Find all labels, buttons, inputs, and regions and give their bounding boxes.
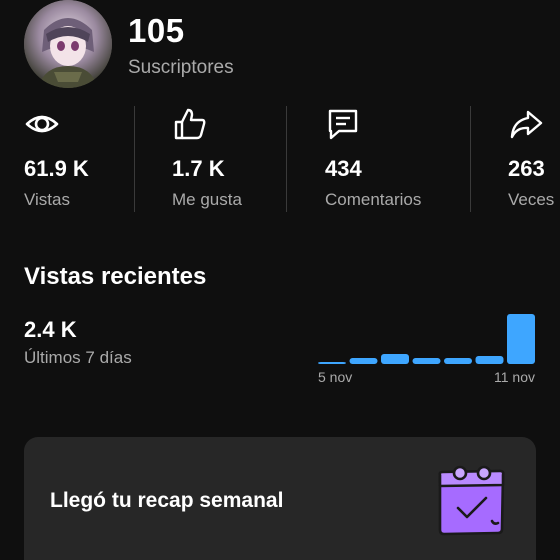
recent-views-period: Últimos 7 días	[24, 348, 132, 367]
stat-likes-label: Me gusta	[172, 190, 242, 209]
chart-bar	[349, 358, 378, 364]
divider	[134, 106, 135, 212]
weekly-recap-card[interactable]: Llegó tu recap semanal	[24, 437, 536, 560]
recap-text: Llegó tu recap semanal	[50, 489, 284, 512]
avatar-image	[24, 0, 112, 88]
chart-bar	[444, 358, 472, 364]
stat-views-label: Vistas	[24, 190, 70, 209]
stat-likes-value: 1.7 K	[172, 156, 225, 181]
chart-bar	[381, 354, 409, 364]
divider	[286, 106, 287, 212]
subscriber-label: Suscriptores	[128, 57, 234, 78]
chart-tick-label: 11 nov	[494, 369, 535, 385]
recent-views-chart[interactable]: 5 nov 11 nov	[312, 306, 542, 390]
stat-shares-value: 263	[508, 156, 545, 181]
comment-icon	[325, 106, 361, 142]
channel-stats-screen: 105 Suscriptores 61.9 K Vistas 1.7 K Me …	[0, 0, 560, 560]
chart-bar	[412, 358, 441, 364]
stat-shares-label: Veces	[508, 190, 555, 209]
stats-row: 61.9 K Vistas 1.7 K Me gusta 434 Comenta…	[0, 104, 560, 214]
subscriber-count: 105	[128, 12, 185, 49]
share-icon	[508, 106, 544, 142]
chart-bar	[507, 314, 535, 364]
recent-views-count: 2.4 K	[24, 317, 77, 342]
stat-comments-label: Comentarios	[325, 190, 422, 209]
thumbs-up-icon	[172, 106, 208, 142]
chart-tick-label: 5 nov	[318, 369, 352, 385]
eye-icon	[24, 106, 60, 142]
divider	[470, 106, 471, 212]
avatar[interactable]	[24, 0, 112, 88]
stat-comments-value: 434	[325, 156, 362, 181]
stat-views-value: 61.9 K	[24, 156, 89, 181]
channel-header: 105 Suscriptores	[24, 0, 544, 90]
recent-views-title: Vistas recientes	[24, 263, 207, 290]
chart-bar	[318, 362, 346, 364]
chart-bar	[475, 356, 504, 364]
calendar-check-icon	[434, 463, 510, 539]
